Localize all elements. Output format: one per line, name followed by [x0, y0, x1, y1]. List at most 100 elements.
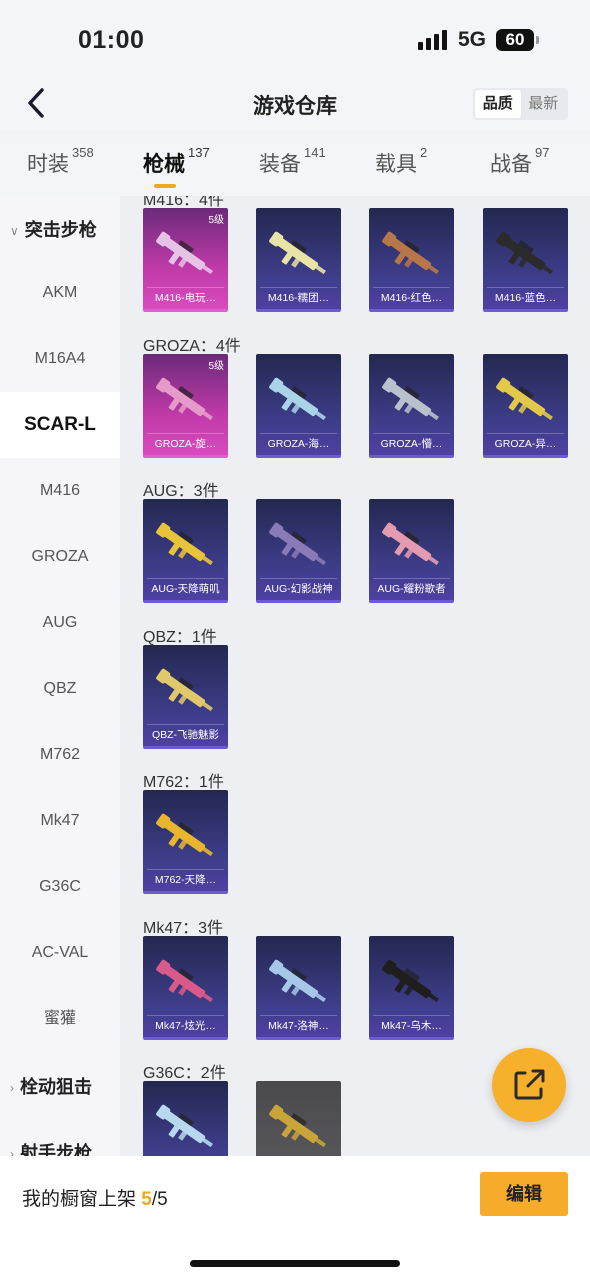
tab-guns[interactable]: 枪械137	[143, 145, 210, 178]
rifle-icon	[156, 959, 213, 1002]
nav-header: 游戏仓库 品质 最新	[0, 80, 590, 130]
sidebar-item-scar-l[interactable]: SCAR-L	[0, 392, 120, 458]
sort-toggle: 品质 最新	[473, 88, 568, 120]
weapon-skin-card[interactable]: GROZA-懵…	[369, 353, 454, 458]
tab-label: 战备	[490, 153, 532, 176]
rifle-icon	[269, 959, 326, 1002]
tab-label: 枪械	[143, 153, 185, 176]
section-title: AUG：3件	[143, 483, 219, 500]
weapon-skin-name: AUG-耀粉歌者	[369, 578, 454, 600]
rifle-icon	[496, 231, 553, 275]
weapon-skin-name: GROZA-海…	[256, 432, 341, 455]
sidebar-item-groza[interactable]: GROZA	[0, 524, 120, 590]
weapon-skin-card[interactable]: GROZA-异…	[483, 353, 568, 458]
tab-equipment[interactable]: 装备141	[259, 145, 326, 178]
home-indicator	[190, 1260, 400, 1267]
section-title: GROZA：4件	[143, 337, 241, 355]
sidebar-item-ac-val[interactable]: AC-VAL	[0, 920, 120, 986]
weapon-skin-name: M416-电玩…	[143, 287, 228, 309]
tab-supplies[interactable]: 战备97	[490, 145, 550, 178]
weapon-skin-card[interactable]	[143, 1081, 228, 1156]
chevron-left-icon	[28, 88, 44, 118]
sort-latest-button[interactable]: 最新	[521, 90, 567, 118]
sidebar-item-qbz[interactable]: QBZ	[0, 656, 120, 722]
sidebar-group-label: 突击步枪	[24, 220, 97, 240]
sidebar-group-bolt-action[interactable]: › 栓动狙击	[10, 1073, 92, 1099]
back-button[interactable]	[24, 86, 50, 120]
sidebar-item-m416[interactable]: M416	[0, 458, 120, 524]
weapon-skin-card[interactable]: AUG-耀粉歌者	[369, 499, 454, 603]
sidebar-item-g36c[interactable]: G36C	[0, 854, 120, 920]
weapon-skin-name: M416-糯团…	[256, 287, 341, 309]
showcase-status: 我的橱窗上架 5/5	[22, 1184, 168, 1211]
tab-count: 141	[304, 145, 326, 160]
tab-label: 装备	[259, 153, 301, 176]
weapon-skin-card[interactable]: AUG-天降萌叽	[143, 499, 228, 603]
weapon-skin-card[interactable]: Mk47-乌木…	[369, 935, 454, 1040]
weapon-skin-card[interactable]	[256, 1081, 341, 1156]
sidebar-item-akm[interactable]: AKM	[0, 260, 120, 326]
bottom-bar: 我的橱窗上架 5/5 编辑	[0, 1156, 590, 1280]
signal-icon	[418, 30, 448, 50]
rifle-icon	[156, 377, 213, 420]
tab-outfits[interactable]: 时装358	[27, 145, 94, 178]
sidebar-group-assault-rifles[interactable]: ∨ 突击步枪	[10, 216, 97, 242]
section-title: M762：1件	[143, 774, 224, 791]
weapon-skin-name: M416-红色…	[369, 287, 454, 309]
weapon-skin-name: GROZA-懵…	[369, 432, 454, 455]
sidebar-item-m762[interactable]: M762	[0, 722, 120, 788]
weapon-skin-name: AUG-天降萌叽	[143, 578, 228, 600]
status-time: 01:00	[78, 26, 145, 54]
level-badge: 5级	[208, 360, 224, 372]
weapon-skin-card[interactable]: Mk47-洛神…	[256, 935, 341, 1040]
weapon-skin-name: Mk47-洛神…	[256, 1014, 341, 1037]
weapon-skin-card[interactable]: QBZ-飞驰魅影	[143, 644, 228, 749]
section-title: G36C：2件	[143, 1065, 226, 1082]
weapon-skin-card[interactable]: 5级 M416-电玩…	[143, 208, 228, 312]
rifle-icon	[156, 668, 213, 711]
sidebar-item-aug[interactable]: AUG	[0, 590, 120, 656]
tab-count: 137	[188, 145, 210, 160]
sidebar-group-dmr[interactable]: › 射手步枪	[10, 1139, 92, 1156]
section-title: Mk47：3件	[143, 919, 224, 937]
rifle-icon	[382, 231, 439, 275]
category-tabs: 时装358 枪械137 装备141 载具2 战备97	[0, 140, 590, 196]
sidebar-item-mk47[interactable]: Mk47	[0, 788, 120, 854]
active-tab-indicator	[154, 184, 176, 188]
showcase-current: 5	[141, 1189, 152, 1210]
sidebar-item-m16a4[interactable]: M16A4	[0, 326, 120, 392]
weapon-grid: M416：4件 5级 M416-电玩… M416-糯团… M416-红色… M416-蓝色…	[120, 196, 590, 1156]
weapon-skin-name: GROZA-旋…	[143, 432, 228, 455]
weapon-skin-name: M416-蓝色…	[483, 287, 568, 309]
weapon-skin-card[interactable]: M416-蓝色…	[483, 208, 568, 312]
share-button[interactable]	[492, 1048, 566, 1122]
showcase-total: /5	[151, 1189, 168, 1210]
weapon-skin-name: M762-天降…	[143, 869, 228, 891]
edit-button[interactable]: 编辑	[480, 1172, 568, 1216]
weapon-skin-card[interactable]: GROZA-海…	[256, 353, 341, 458]
showcase-label: 我的橱窗上架	[22, 1189, 137, 1210]
rifle-icon	[269, 231, 326, 275]
tab-count: 2	[420, 145, 428, 160]
tab-label: 载具	[375, 153, 417, 176]
weapon-skin-name: Mk47-炫光…	[143, 1014, 228, 1037]
sidebar-item-honey-badger[interactable]: 蜜獾	[0, 986, 120, 1052]
weapon-skin-card[interactable]: 5级 GROZA-旋…	[143, 353, 228, 458]
rifle-icon	[156, 231, 213, 275]
battery-icon: 60	[496, 29, 539, 51]
sort-quality-button[interactable]: 品质	[475, 90, 521, 118]
weapon-skin-name: QBZ-飞驰魅影	[143, 723, 228, 746]
sidebar-group-label: 射手步枪	[20, 1143, 92, 1156]
weapon-skin-card[interactable]: AUG-幻影战神	[256, 499, 341, 603]
weapon-skin-card[interactable]: M416-红色…	[369, 208, 454, 312]
rifle-icon	[496, 377, 553, 420]
weapon-skin-card[interactable]: M762-天降…	[143, 790, 228, 894]
tab-label: 时装	[27, 153, 69, 176]
tab-vehicles[interactable]: 载具2	[375, 145, 428, 178]
weapon-skin-card[interactable]: M416-糯团…	[256, 208, 341, 312]
weapon-skin-card[interactable]: Mk47-炫光…	[143, 935, 228, 1040]
weapon-sidebar: ∨ 突击步枪 AKM M16A4 SCAR-L M416 GROZA AUG QB…	[0, 196, 120, 1156]
tab-count: 358	[72, 145, 94, 160]
tab-count: 97	[535, 145, 550, 160]
rifle-icon	[156, 813, 213, 857]
